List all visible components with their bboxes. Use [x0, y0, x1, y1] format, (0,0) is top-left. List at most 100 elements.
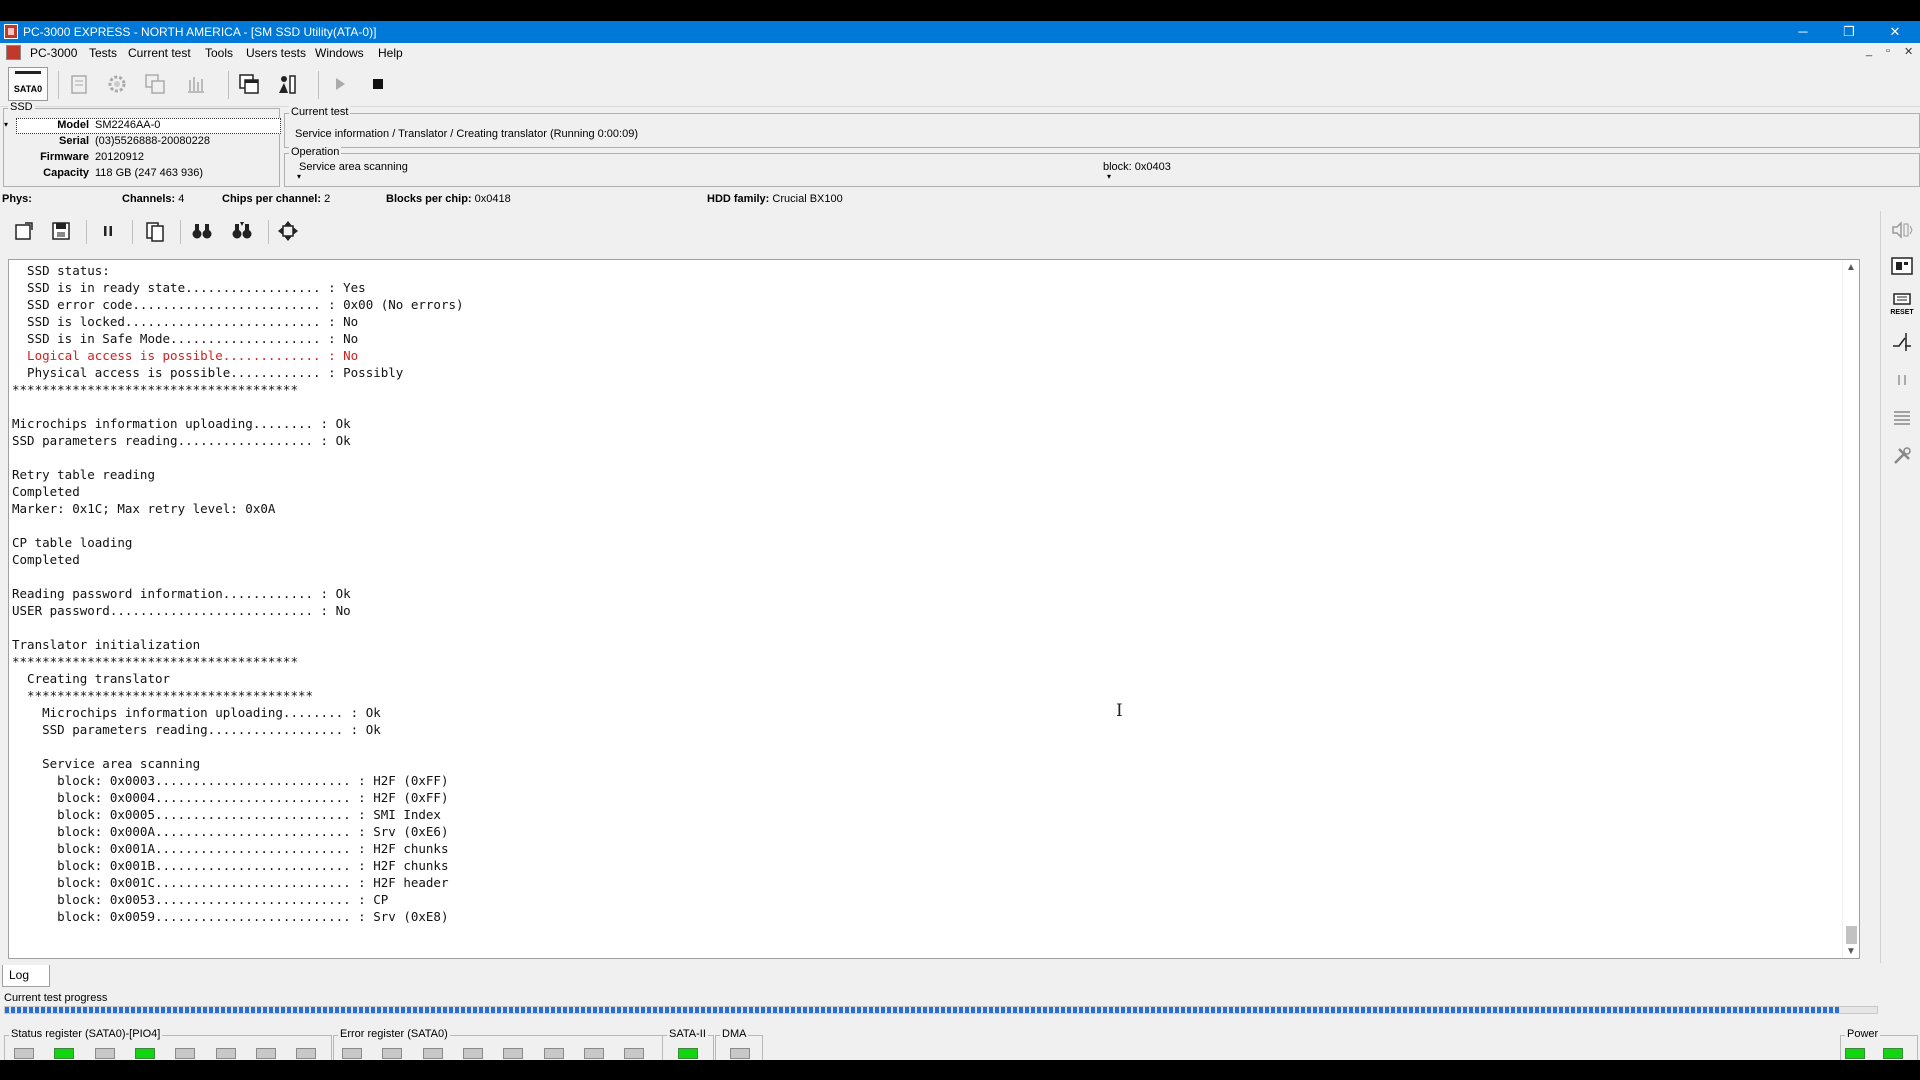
gear-icon[interactable] — [102, 69, 132, 99]
log-line: block: 0x0005.......................... … — [12, 807, 441, 822]
windows-icon[interactable] — [234, 69, 264, 99]
ssd-model-label: Model — [57, 119, 89, 131]
log-line: Microchips information uploading........… — [12, 705, 381, 720]
stop-icon[interactable] — [363, 69, 393, 99]
log-line: Retry table reading — [12, 467, 155, 482]
restore-button[interactable]: ❐ — [1826, 21, 1872, 43]
toolbar-separator — [58, 71, 59, 99]
log-output[interactable]: SSD status: SSD is in ready state.......… — [8, 259, 1860, 959]
open-log-icon[interactable] — [10, 217, 38, 245]
led-indicator — [342, 1048, 362, 1059]
led-indicator — [422, 1048, 443, 1059]
sata2-panel: SATA-II PHY — [662, 1028, 714, 1060]
menu-users-tests[interactable]: Users tests — [246, 46, 306, 60]
log-line: Reading password information............… — [12, 586, 351, 601]
log-line: Creating translator — [12, 671, 171, 686]
close-button[interactable]: ✕ — [1872, 21, 1918, 43]
ssd-row-firmware: Firmware 20120912 — [4, 151, 280, 167]
title-bar: PC-3000 EXPRESS - NORTH AMERICA - [SM SS… — [0, 21, 1920, 43]
mdi-minimize-button[interactable]: _ — [1866, 45, 1872, 57]
toolbar-separator — [268, 220, 269, 244]
ssd-capacity-label: Capacity — [43, 167, 89, 179]
led-indicator — [730, 1048, 750, 1059]
menu-tests[interactable]: Tests — [89, 46, 117, 60]
list-icon[interactable] — [1889, 405, 1915, 431]
menu-current-test[interactable]: Current test — [128, 46, 191, 60]
board-icon[interactable] — [1889, 253, 1915, 279]
log-line: ************************************** — [12, 654, 298, 669]
status-register-panel: Status register (SATA0)-[PIO4] BSYDRDDWF… — [4, 1028, 332, 1060]
main-toolbar: SATA0 — [0, 63, 1920, 107]
find-next-icon[interactable] — [228, 217, 256, 245]
ssd-row-model: Model SM2246AA-0 — [4, 119, 280, 135]
power-switch-icon[interactable] — [1889, 329, 1915, 355]
log-line: block: 0x0004.......................... … — [12, 790, 449, 805]
sector-editor-icon[interactable] — [64, 69, 94, 99]
play-icon[interactable] — [325, 69, 355, 99]
led-indicator — [1883, 1048, 1903, 1059]
log-line: SSD error code......................... … — [12, 297, 464, 312]
progress-label: Current test progress — [4, 992, 108, 1004]
led-indicator — [14, 1048, 34, 1059]
mdi-close-button[interactable]: ✕ — [1904, 45, 1913, 58]
sata-port-label: SATA0 — [13, 84, 43, 94]
menu-tools[interactable]: Tools — [205, 46, 233, 60]
dropdown-arrow-icon[interactable]: ▾ — [297, 172, 301, 181]
menu-windows[interactable]: Windows — [315, 46, 364, 60]
log-scrollbar[interactable]: ▲ ▼ — [1842, 260, 1859, 958]
document-window-icon[interactable] — [6, 45, 21, 60]
scroll-down-icon[interactable]: ▼ — [1846, 946, 1856, 957]
ssd-row-serial: Serial (03)5526888-20080228 — [4, 135, 280, 151]
ssd-group-title: SSD — [8, 101, 35, 113]
menu-help[interactable]: Help — [378, 46, 403, 60]
save-log-icon[interactable] — [47, 217, 75, 245]
mdi-restore-button[interactable]: ▫ — [1886, 45, 1890, 57]
log-line: CP table loading — [12, 535, 133, 550]
svg-text:RESET: RESET — [1890, 309, 1914, 316]
hdd-family-info: HDD family: Crucial BX100 — [707, 193, 843, 205]
log-line: Microchips information uploading........… — [12, 416, 351, 431]
log-line: SSD is in Safe Mode.................... … — [12, 331, 359, 346]
user-window-icon[interactable] — [272, 69, 302, 99]
scroll-up-icon[interactable]: ▲ — [1846, 262, 1856, 273]
blocks-info: Blocks per chip: 0x0418 — [386, 193, 511, 205]
log-line: ************************************** — [12, 688, 314, 703]
log-line: Translator initialization — [12, 637, 201, 652]
dma-panel: DMA RQ — [715, 1028, 763, 1060]
dropdown-arrow-icon[interactable]: ▾ — [1107, 172, 1111, 181]
window-title: PC-3000 EXPRESS - NORTH AMERICA - [SM SS… — [23, 25, 377, 39]
copy-icon[interactable] — [140, 69, 170, 99]
sata-port-button[interactable]: SATA0 — [8, 67, 48, 101]
reset-icon[interactable]: RESET — [1889, 291, 1915, 317]
log-line: block: 0x0003.......................... … — [12, 773, 449, 788]
log-line: Physical access is possible............ … — [12, 365, 404, 380]
log-line-warning: Logical access is possible............. … — [12, 348, 359, 363]
led-indicator — [624, 1048, 645, 1059]
tools-icon[interactable] — [1889, 443, 1915, 469]
menu-pc3000[interactable]: PC-3000 — [30, 46, 77, 60]
scroll-thumb[interactable] — [1846, 926, 1857, 944]
pause-side-icon[interactable] — [1889, 367, 1915, 393]
pause-icon[interactable] — [94, 217, 122, 245]
clipboard-icon[interactable] — [141, 217, 169, 245]
app-window: PC-3000 EXPRESS - NORTH AMERICA - [SM SS… — [0, 21, 1920, 1060]
sound-icon[interactable] — [1889, 217, 1915, 243]
ssd-serial-label: Serial — [59, 135, 89, 147]
log-line: Service area scanning — [12, 756, 201, 771]
find-icon[interactable] — [188, 217, 216, 245]
log-line: block: 0x001A.......................... … — [12, 841, 449, 856]
log-line: USER password...........................… — [12, 603, 351, 618]
led-indicator — [296, 1048, 317, 1059]
expand-view-icon[interactable] — [274, 217, 302, 245]
log-line: Marker: 0x1C; Max retry level: 0x0A — [12, 501, 276, 516]
tab-log[interactable]: Log — [2, 965, 50, 987]
database-icon[interactable] — [181, 69, 211, 99]
log-line: SSD parameters reading..................… — [12, 722, 381, 737]
minimize-button[interactable]: ─ — [1780, 21, 1826, 43]
status-register-title: Status register (SATA0)-[PIO4] — [9, 1028, 163, 1040]
toolbar-separator — [318, 71, 319, 99]
led-indicator — [54, 1048, 75, 1059]
